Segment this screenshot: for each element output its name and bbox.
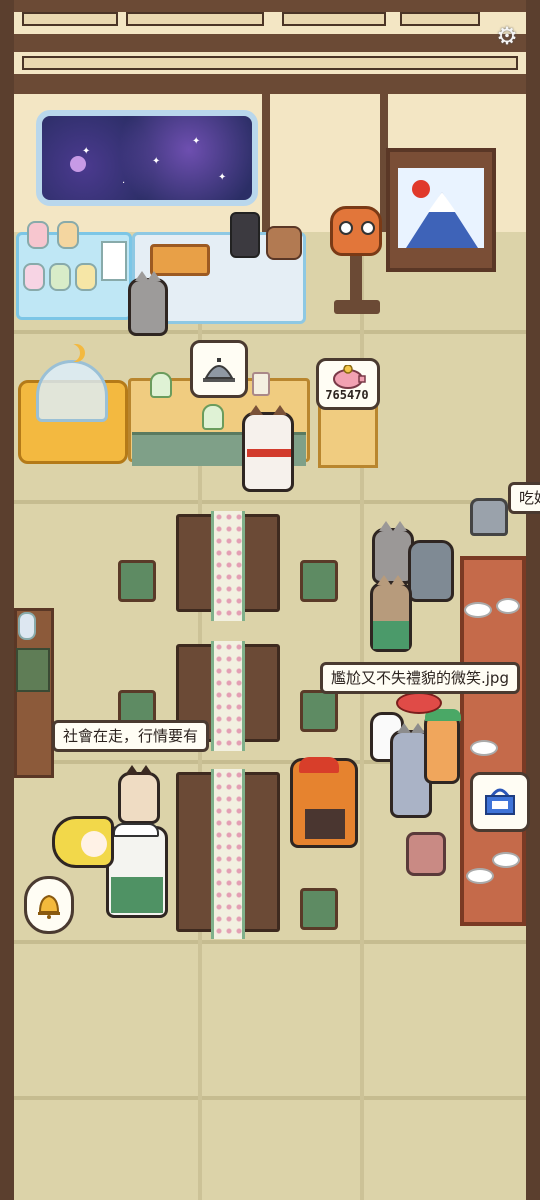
cash-amount: 765470 bbox=[325, 388, 369, 402]
gear-icon: ⚙ bbox=[496, 22, 518, 50]
order-clipboard[interactable] bbox=[101, 241, 127, 281]
floor-seam bbox=[14, 500, 526, 504]
speech-bubble-cutoff: 吃好 bbox=[508, 482, 540, 514]
robot-head[interactable] bbox=[470, 498, 508, 536]
chair[interactable] bbox=[118, 560, 156, 602]
flower-vase bbox=[18, 612, 36, 640]
snowcap-icon bbox=[428, 192, 456, 212]
green-cap-cat[interactable] bbox=[424, 709, 461, 784]
speech-text: 尷尬又不失禮貌的微笑.jpg bbox=[331, 669, 509, 687]
ceiling-beam bbox=[14, 34, 526, 52]
planet-icon bbox=[70, 156, 86, 172]
wall-panel bbox=[400, 12, 480, 26]
food-plate[interactable] bbox=[466, 868, 494, 884]
wall-panel bbox=[282, 12, 386, 26]
potion-display-case[interactable] bbox=[16, 221, 132, 320]
ceiling-beam bbox=[14, 0, 526, 12]
bell-icon bbox=[38, 894, 60, 919]
cupcake-plate[interactable] bbox=[266, 226, 302, 260]
ceiling-beam bbox=[14, 74, 526, 94]
floor-seam bbox=[14, 1096, 526, 1100]
coffee-machine[interactable] bbox=[230, 212, 260, 258]
food-plate[interactable] bbox=[496, 598, 520, 614]
helmet-cat-customer[interactable] bbox=[408, 540, 454, 602]
red-balloon[interactable] bbox=[396, 692, 442, 714]
potion-bottle bbox=[23, 263, 45, 291]
drink-cup[interactable] bbox=[252, 372, 270, 396]
menu-board bbox=[16, 648, 50, 692]
orange-mail-cat[interactable] bbox=[290, 757, 358, 848]
chef-cat-npc[interactable] bbox=[128, 271, 168, 336]
bell-request-bubble[interactable] bbox=[24, 876, 74, 934]
chair[interactable] bbox=[300, 888, 338, 930]
chair[interactable] bbox=[300, 690, 338, 732]
service-bell-bubble[interactable] bbox=[190, 340, 248, 398]
food-plate[interactable] bbox=[470, 740, 498, 756]
piggy-bank-icon bbox=[333, 365, 366, 389]
floor-seam bbox=[14, 940, 526, 944]
green-jacket bbox=[373, 621, 409, 649]
owl-perch-base bbox=[334, 300, 380, 314]
tabby-cat-customer[interactable] bbox=[370, 575, 412, 652]
shopping-basket-icon bbox=[485, 788, 515, 815]
piggy-bank-bubble[interactable] bbox=[316, 358, 380, 410]
dining-table-1[interactable] bbox=[176, 511, 280, 621]
table-runner bbox=[211, 641, 245, 751]
owl-perch bbox=[350, 256, 362, 306]
speech-bubble-society: 社會在走，行情要有 bbox=[52, 720, 210, 752]
potion-bottle bbox=[57, 221, 79, 249]
chair[interactable] bbox=[300, 560, 338, 602]
floor-seam bbox=[14, 330, 526, 334]
banana-costume-cat[interactable] bbox=[52, 816, 114, 868]
service-bell-icon bbox=[203, 358, 235, 382]
dining-table-3[interactable] bbox=[176, 769, 280, 939]
fuji-window[interactable] bbox=[386, 148, 496, 272]
wall-panel bbox=[126, 12, 264, 26]
green-coat bbox=[111, 877, 163, 913]
space-window[interactable]: ✦ ✦ ✦ · ✦ bbox=[36, 110, 258, 206]
basket-request-bubble[interactable] bbox=[470, 772, 530, 832]
red-cap bbox=[299, 757, 339, 773]
left-wall-edge bbox=[0, 0, 14, 1200]
apron bbox=[305, 809, 345, 839]
wall-post bbox=[262, 92, 270, 232]
siamese-cat-customer[interactable] bbox=[118, 765, 160, 824]
potion-bottle bbox=[27, 221, 49, 249]
bandaged-cat-staff[interactable] bbox=[242, 405, 294, 492]
wall-panel bbox=[22, 12, 118, 26]
table-runner bbox=[211, 769, 245, 939]
red-scarf bbox=[247, 449, 291, 457]
table-runner bbox=[211, 511, 245, 621]
rice-ball-item[interactable] bbox=[150, 372, 172, 398]
speech-bubble-awkward-smile: 尷尬又不失禮貌的微笑.jpg bbox=[320, 662, 520, 694]
owl-npc[interactable] bbox=[330, 206, 382, 256]
right-wall-edge bbox=[526, 0, 540, 1200]
settings-button[interactable]: ⚙ bbox=[492, 22, 522, 50]
game-scene[interactable]: ✦ ✦ ✦ · ✦ ⚙ 765470 尷尬又不失禮貌的微笑.jpg 社會在走，行… bbox=[0, 0, 540, 1200]
speech-text: 吃好 bbox=[519, 489, 540, 507]
sailor-cat-customer[interactable] bbox=[106, 823, 168, 918]
cat-face bbox=[81, 831, 107, 857]
wall-panel bbox=[22, 56, 518, 70]
food-plate[interactable] bbox=[464, 602, 492, 618]
moon-icon bbox=[62, 344, 80, 362]
food-plate[interactable] bbox=[492, 852, 520, 868]
cake-dome[interactable] bbox=[36, 360, 108, 422]
speech-text: 社會在走，行情要有 bbox=[63, 727, 199, 745]
sailor-hat bbox=[113, 823, 159, 837]
rice-ball-item[interactable] bbox=[202, 404, 224, 430]
potion-bottle bbox=[75, 263, 97, 291]
potion-bottle bbox=[49, 263, 71, 291]
pink-backpack[interactable] bbox=[406, 832, 446, 876]
